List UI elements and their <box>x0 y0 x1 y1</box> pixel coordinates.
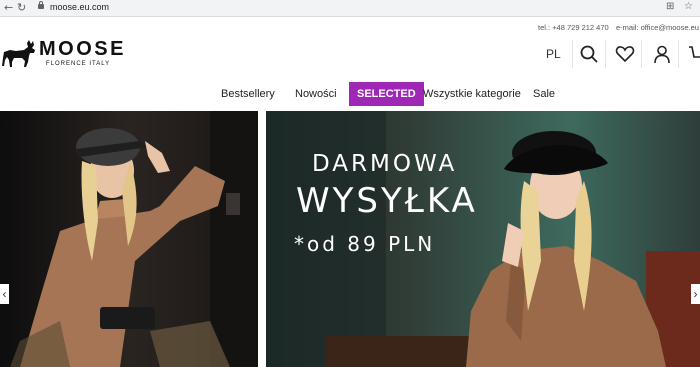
divider <box>572 40 573 68</box>
search-icon[interactable] <box>579 44 599 64</box>
nav-item-wszystkie-kategorie[interactable]: Wszystkie kategorie <box>423 82 521 106</box>
nav-item-selected[interactable]: SELECTED <box>349 82 424 106</box>
cart-icon[interactable] <box>688 44 700 64</box>
user-icon[interactable] <box>652 44 672 64</box>
language-selector[interactable]: PL <box>546 47 561 61</box>
divider <box>678 40 679 68</box>
translate-icon[interactable]: ⊞ <box>666 1 674 12</box>
nav-item-bestsellery[interactable]: Bestsellery <box>221 82 275 106</box>
logo-tagline: FLORENCE ITALY <box>46 61 111 67</box>
back-icon[interactable]: ← <box>4 1 13 15</box>
nav-item-nowosci[interactable]: Nowości <box>295 82 337 106</box>
url-text[interactable]: moose.eu.com <box>50 2 109 12</box>
divider <box>641 40 642 68</box>
heart-icon[interactable] <box>615 44 635 64</box>
carousel-next-button[interactable]: › <box>691 284 700 304</box>
promo-line-price: *od 89 PLN <box>294 232 436 256</box>
model-photo-left <box>10 111 258 367</box>
logo-wordmark: MOOSE <box>39 38 126 60</box>
bookmark-star-icon[interactable]: ☆ <box>684 1 693 12</box>
hero-image-left[interactable] <box>0 111 258 367</box>
moose-icon <box>2 40 35 67</box>
hero-banner-right[interactable]: DARMOWA WYSYŁKA *od 89 PLN <box>266 111 700 367</box>
nav-item-sale[interactable]: Sale <box>533 82 555 106</box>
contact-email[interactable]: e-mail: office@moose.eu <box>616 23 699 32</box>
browser-address-bar: ← ↻ moose.eu.com ⊞ ☆ <box>0 0 700 17</box>
reload-icon[interactable]: ↻ <box>17 1 26 15</box>
contact-phone[interactable]: tel.: +48 729 212 470 <box>538 23 609 32</box>
promo-line-darmowa: DARMOWA <box>312 151 458 177</box>
lock-icon <box>38 1 44 9</box>
promo-line-wysylka: WYSYŁKA <box>296 181 478 221</box>
divider <box>605 40 606 68</box>
carousel-prev-button[interactable]: ‹ <box>0 284 9 304</box>
